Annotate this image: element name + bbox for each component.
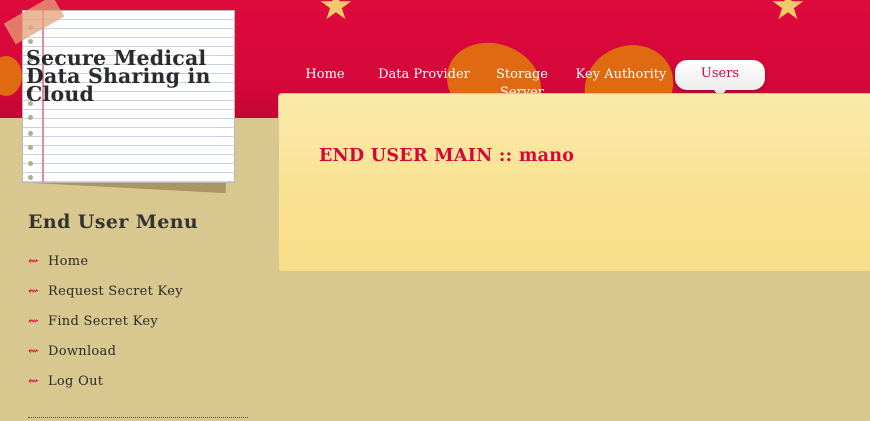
red-arrow-icon: ⇜ [28,254,39,269]
sidebar-divider [28,417,248,418]
decorative-blob [0,56,22,96]
paper-hole-icon [28,115,33,120]
sidebar-item-label[interactable]: Home [48,254,88,270]
star-icon: ★ [318,0,354,29]
sidebar-item-request-secret-key[interactable]: ⇜ Request Secret Key [28,284,183,314]
red-arrow-icon: ⇜ [28,314,39,329]
sidebar-item-log-out[interactable]: ⇜ Log Out [28,374,183,404]
nav-item-key-authority[interactable]: Key Authority [574,66,668,84]
paper-hole-icon [28,161,33,166]
main-content: END USER MAIN :: mano [278,93,870,272]
nav-item-data-provider[interactable]: Data Provider [376,66,472,84]
sidebar-item-label[interactable]: Download [48,344,116,360]
sidebar-item-home[interactable]: ⇜ Home [28,254,183,284]
sidebar-item-find-secret-key[interactable]: ⇜ Find Secret Key [28,314,183,344]
red-arrow-icon: ⇜ [28,374,39,389]
sidebar-title: End User Menu [28,211,199,233]
paper-hole-icon [28,131,33,136]
page-title: END USER MAIN :: mano [319,146,575,166]
nav-item-home[interactable]: Home [292,66,358,84]
paper-hole-icon [28,175,33,180]
sidebar-item-label[interactable]: Find Secret Key [48,314,158,330]
sidebar-item-download[interactable]: ⇜ Download [28,344,183,374]
sidebar-item-label[interactable]: Log Out [48,374,103,390]
paper-hole-icon [28,145,33,150]
red-arrow-icon: ⇜ [28,284,39,299]
red-arrow-icon: ⇜ [28,344,39,359]
page: ★ ★ Secure Medical Data Sharing in Cloud… [0,0,870,421]
site-title[interactable]: Secure Medical Data Sharing in Cloud [26,48,221,105]
sidebar-menu: ⇜ Home ⇜ Request Secret Key ⇜ Find Secre… [28,254,183,404]
paper-hole-icon [28,39,33,44]
sidebar-item-label[interactable]: Request Secret Key [48,284,183,300]
star-icon: ★ [770,0,806,29]
nav-item-users[interactable]: Users [675,60,765,97]
